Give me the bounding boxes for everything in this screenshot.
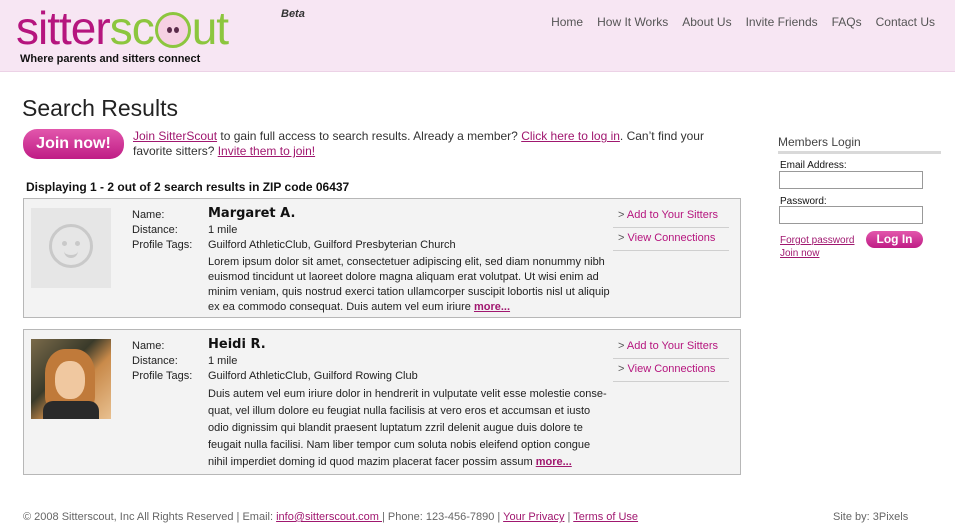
nav-about-us[interactable]: About Us: [682, 15, 731, 29]
nav-home[interactable]: Home: [551, 15, 583, 29]
email-field[interactable]: [779, 171, 923, 189]
sitter-name[interactable]: Heidi R.: [208, 337, 266, 352]
field-labels: Name: Distance: Profile Tags:: [132, 339, 192, 384]
join-now-link[interactable]: Join now: [780, 248, 819, 259]
login-link[interactable]: Click here to log in: [521, 129, 620, 143]
members-login-title: Members Login: [778, 135, 861, 149]
result-actions: > Add to Your Sitters > View Connections: [613, 336, 729, 382]
email-link[interactable]: info@sitterscout.com: [276, 511, 382, 523]
add-to-sitters-link[interactable]: > Add to Your Sitters: [613, 336, 729, 359]
tags-label: Profile Tags:: [132, 239, 193, 251]
tagline: Where parents and sitters connect: [20, 53, 201, 65]
beta-badge: Beta: [281, 8, 305, 20]
login-button[interactable]: Log In: [866, 231, 923, 248]
sitter-name[interactable]: Margaret A.: [208, 206, 295, 221]
view-label: View Connections: [627, 363, 716, 375]
nav-how-it-works[interactable]: How It Works: [597, 15, 668, 29]
sitter-details: 1 mile Guilford AthleticClub, Guilford P…: [208, 223, 456, 253]
sitter-tags: Guilford AthleticClub, Guilford Rowing C…: [208, 370, 418, 382]
sitter-details: 1 mile Guilford AthleticClub, Guilford R…: [208, 354, 418, 384]
copyright-text: © 2008 Sitterscout, Inc All Rights Reser…: [23, 511, 277, 523]
divider: [778, 151, 941, 154]
profile-photo[interactable]: [31, 339, 111, 419]
more-link[interactable]: more...: [536, 456, 572, 468]
field-labels: Name: Distance: Profile Tags:: [132, 208, 192, 253]
arrow-icon: >: [618, 363, 625, 375]
view-connections-link[interactable]: > View Connections: [613, 359, 729, 382]
logo-text-sc: sc: [109, 2, 155, 54]
result-card: Name: Distance: Profile Tags: Heidi R. 1…: [23, 329, 741, 475]
phone-text: | Phone: 123-456-7890 |: [382, 511, 504, 523]
nav-faqs[interactable]: FAQs: [832, 15, 862, 29]
baby-face-icon: [154, 12, 191, 48]
add-label: Add to Your Sitters: [626, 340, 719, 352]
site-header: sittersc ut Beta Where parents and sitter…: [0, 0, 955, 72]
privacy-link[interactable]: Your Privacy: [503, 511, 564, 523]
arrow-icon: >: [618, 340, 625, 352]
result-actions: > Add to Your Sitters > View Connections: [613, 205, 729, 251]
name-label: Name:: [132, 340, 165, 352]
name-label: Name:: [132, 209, 165, 221]
view-connections-link[interactable]: > View Connections: [613, 228, 729, 251]
tags-label: Profile Tags:: [132, 370, 193, 382]
invite-link[interactable]: Invite them to join!: [218, 144, 315, 158]
intro-message: Join SitterScout to gain full access to …: [133, 129, 733, 159]
logo-text-ut: ut: [191, 2, 229, 54]
email-label: Email Address:: [780, 160, 847, 171]
join-sitterscout-link[interactable]: Join SitterScout: [133, 129, 217, 143]
result-card: Name: Distance: Profile Tags: Margaret A…: [23, 198, 741, 318]
add-to-sitters-link[interactable]: > Add to Your Sitters: [613, 205, 729, 228]
password-field[interactable]: [779, 206, 923, 224]
sitter-bio: Lorem ipsum dolor sit amet, consectetuer…: [208, 255, 610, 315]
nav-invite-friends[interactable]: Invite Friends: [746, 15, 818, 29]
main-nav: Home How It Works About Us Invite Friend…: [551, 15, 935, 29]
sitter-distance: 1 mile: [208, 355, 238, 367]
footer: © 2008 Sitterscout, Inc All Rights Reser…: [23, 511, 638, 523]
footer-separator: |: [564, 511, 574, 523]
view-label: View Connections: [627, 232, 716, 244]
terms-link[interactable]: Terms of Use: [573, 511, 638, 523]
arrow-icon: >: [618, 232, 625, 244]
sitter-bio: Duis autem vel eum iriure dolor in hendr…: [208, 386, 610, 471]
bio-text: Lorem ipsum dolor sit amet, consectetuer…: [208, 256, 610, 313]
nav-contact-us[interactable]: Contact Us: [876, 15, 935, 29]
page-title: Search Results: [22, 95, 178, 121]
site-credit: Site by: 3Pixels: [833, 511, 909, 523]
add-label: Add to Your Sitters: [626, 209, 719, 221]
sitter-distance: 1 mile: [208, 224, 238, 236]
distance-label: Distance:: [132, 224, 178, 236]
sitter-tags: Guilford AthleticClub, Guilford Presbyte…: [208, 239, 456, 251]
forgot-password-link[interactable]: Forgot password: [780, 235, 854, 246]
logo-text-sitter: sitter: [16, 2, 111, 54]
intro-text-1: to gain full access to search results. A…: [217, 129, 522, 143]
join-now-button[interactable]: Join now!: [23, 129, 124, 159]
arrow-icon: >: [618, 209, 625, 221]
sitterscout-logo[interactable]: sittersc ut: [16, 2, 229, 54]
results-summary: Displaying 1 - 2 out of 2 search results…: [26, 180, 350, 194]
distance-label: Distance:: [132, 355, 178, 367]
more-link[interactable]: more...: [474, 301, 510, 313]
placeholder-baby-icon[interactable]: [31, 208, 111, 288]
